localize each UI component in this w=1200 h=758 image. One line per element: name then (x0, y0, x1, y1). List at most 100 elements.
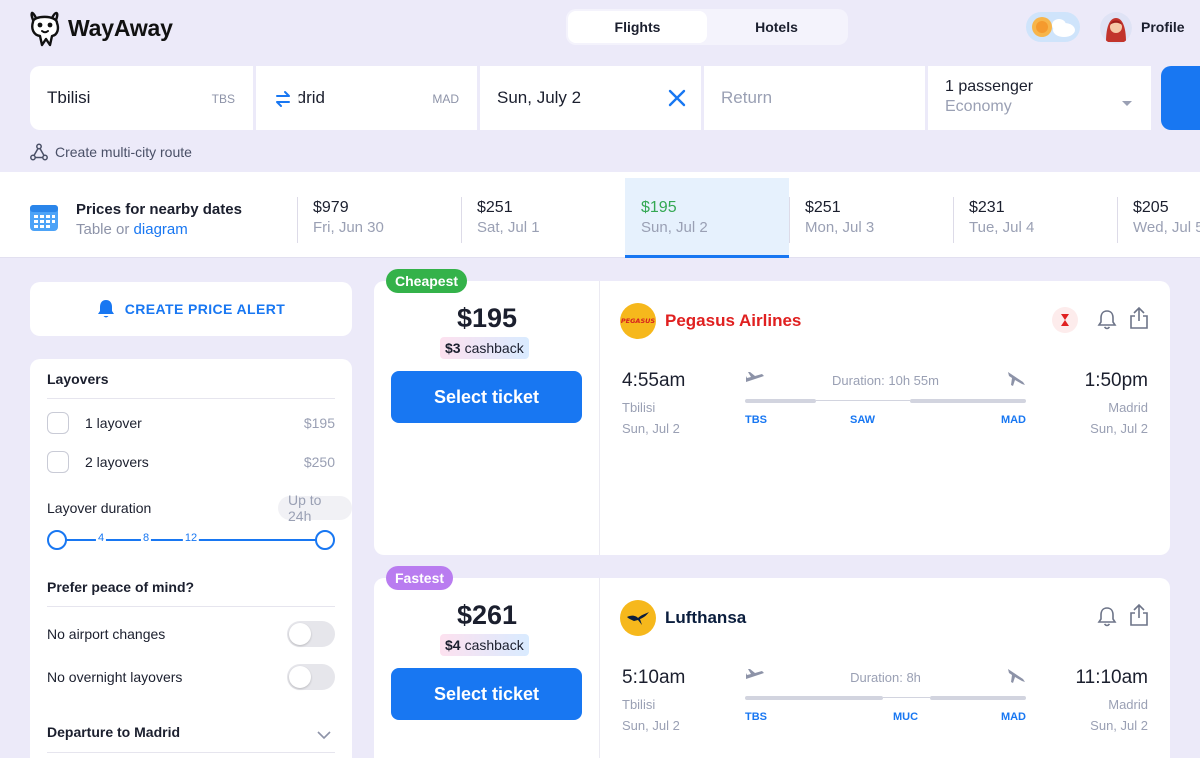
date-price: $251 (477, 199, 513, 216)
toggle-knob (289, 623, 311, 645)
layover-option-1[interactable]: 1 layover $195 (47, 411, 335, 435)
checkbox[interactable] (47, 412, 69, 434)
departure-time: 5:10am (622, 667, 686, 688)
origin-city: Tbilisi (47, 88, 91, 107)
toggle-knob (289, 666, 311, 688)
checkbox[interactable] (47, 451, 69, 473)
return-date-field[interactable]: Return (704, 66, 925, 130)
date-price: $205 (1133, 199, 1169, 216)
departure-section-heading[interactable]: Departure to Madrid (47, 724, 180, 740)
wayaway-mascot-icon (30, 11, 60, 47)
passengers-field[interactable]: 1 passenger Economy (928, 66, 1151, 130)
diagram-view-link[interactable]: diagram (134, 221, 188, 238)
select-ticket-button[interactable]: Select ticket (391, 668, 582, 720)
layover-duration-label: Layover duration (47, 500, 152, 516)
date-option-selected[interactable]: $195 Sun, Jul 2 (625, 178, 789, 258)
toggle-label: No overnight layovers (47, 669, 183, 685)
select-ticket-button[interactable]: Select ticket (391, 371, 582, 423)
cashback-amount: $3 (445, 340, 461, 356)
avatar-image (1100, 12, 1132, 44)
profile-label[interactable]: Profile (1141, 19, 1185, 35)
clear-date-button[interactable] (667, 88, 687, 113)
date-price: $251 (805, 199, 841, 216)
calendar-icon (29, 202, 59, 237)
date-day: Sun, Jul 2 (641, 219, 708, 236)
layover-option-label: 1 layover (85, 415, 142, 431)
depart-date-field[interactable]: Sun, July 2 (480, 66, 701, 130)
date-option[interactable]: $251 Sat, Jul 1 (461, 178, 625, 258)
layover-option-2[interactable]: 2 layovers $250 (47, 450, 335, 474)
share-icon[interactable] (1129, 603, 1149, 632)
multi-city-link[interactable]: Create multi-city route (30, 143, 192, 161)
tab-flights[interactable]: Flights (568, 11, 707, 43)
slider-tick: 4 (95, 532, 107, 544)
tab-hotels[interactable]: Hotels (707, 11, 846, 43)
layover-option-price: $250 (303, 454, 335, 470)
departure-date: Sun, Jul 2 (622, 421, 680, 436)
slider-tick: 8 (140, 532, 152, 544)
departure-time: 4:55am (622, 370, 686, 391)
no-airport-changes-toggle[interactable] (287, 621, 335, 647)
date-option[interactable]: $231 Tue, Jul 4 (953, 178, 1117, 258)
departure-city: Tbilisi (622, 697, 656, 712)
slider-handle-min[interactable] (47, 530, 67, 550)
origin-code: TBS (211, 92, 235, 106)
pegasus-logo: PEGASUS (620, 303, 656, 339)
arrival-time: 11:10am (1075, 667, 1148, 688)
date-option[interactable]: $205 Wed, Jul 5 (1117, 178, 1200, 258)
flight-segment (745, 399, 816, 403)
cashback-label: cashback (464, 340, 524, 356)
search-button[interactable] (1161, 66, 1200, 130)
cashback-label: cashback (464, 637, 524, 653)
date-price: $195 (641, 199, 677, 216)
layover-duration-slider[interactable]: 4 8 12 (47, 530, 335, 550)
date-option[interactable]: $251 Mon, Jul 3 (789, 178, 953, 258)
depart-date-value: Sun, July 2 (497, 88, 582, 107)
date-day: Wed, Jul 5 (1133, 219, 1200, 236)
wayaway-logo[interactable]: WayAway (28, 8, 173, 48)
origin-airport-code: TBS (745, 414, 767, 426)
origin-field[interactable]: Tbilisi TBS (30, 66, 253, 130)
theme-toggle[interactable] (1026, 12, 1080, 42)
swap-route-button[interactable] (267, 83, 299, 115)
ticket-price: $261 (456, 600, 518, 630)
no-overnight-layovers-toggle[interactable] (287, 664, 335, 690)
layovers-heading: Layovers (47, 371, 109, 387)
layover-option-price: $195 (303, 415, 335, 431)
flight-segment (910, 399, 1026, 403)
return-placeholder: Return (721, 88, 773, 107)
profile-avatar[interactable] (1100, 12, 1132, 44)
bell-icon[interactable] (1097, 606, 1117, 633)
chevron-down-icon[interactable] (317, 727, 331, 745)
ticket-price-panel: Cheapest $195 $3 cashback Select ticket (374, 269, 600, 555)
date-day: Fri, Jun 30 (313, 219, 384, 236)
duration-badge[interactable]: Up to 24h (278, 492, 352, 524)
date-day: Sat, Jul 1 (477, 219, 540, 236)
arrival-date: Sun, Jul 2 (1090, 718, 1148, 733)
top-header: WayAway Flights Hotels Profile (0, 0, 1200, 56)
divider (47, 606, 335, 607)
peace-of-mind-heading: Prefer peace of mind? (47, 579, 195, 595)
bell-icon[interactable] (1097, 309, 1117, 336)
bell-icon (97, 300, 114, 318)
table-view-link[interactable]: Table (76, 221, 112, 238)
flight-duration: Duration: 10h 55m (832, 373, 939, 388)
date-price: $231 (969, 199, 1005, 216)
cashback-amount: $4 (445, 637, 461, 653)
date-option[interactable]: $979 Fri, Jun 30 (297, 178, 461, 258)
divider (461, 197, 462, 243)
create-price-alert-button[interactable]: CREATE PRICE ALERT (30, 282, 352, 336)
landing-icon (1006, 668, 1026, 689)
slider-handle-max[interactable] (315, 530, 335, 550)
flight-segment (930, 696, 1026, 700)
ticket-card: Fastest $261 $4 cashback Select ticket L… (374, 566, 1170, 758)
ticket-price: $195 (456, 303, 518, 333)
departure-date: Sun, Jul 2 (622, 718, 680, 733)
divider (47, 398, 335, 399)
price-alert-label: CREATE PRICE ALERT (124, 301, 286, 317)
share-icon[interactable] (1129, 306, 1149, 335)
fastest-badge: Fastest (386, 566, 454, 590)
date-day: Mon, Jul 3 (805, 219, 875, 236)
destination-airport-code: MAD (1000, 711, 1026, 723)
sun-cloud-icon (1032, 17, 1075, 37)
